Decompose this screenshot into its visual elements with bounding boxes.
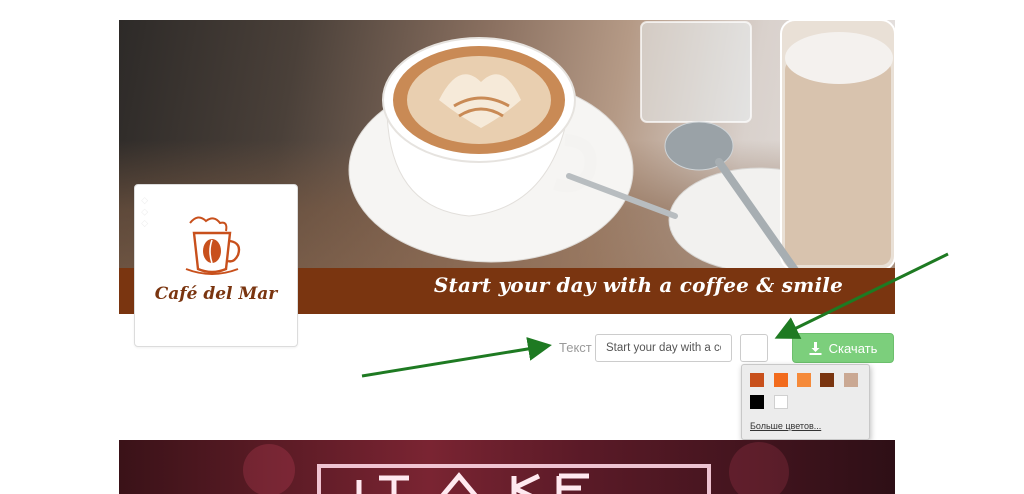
next-cover-preview[interactable] [119, 440, 895, 494]
color-swatch[interactable] [797, 373, 811, 387]
editor-stage: Start your day with a coffee & smile ◇ ◇… [0, 0, 1024, 494]
coffee-mug-logo-icon [185, 216, 241, 275]
color-swatch[interactable] [820, 373, 834, 387]
more-colors-link[interactable]: Больше цветов... [750, 421, 821, 431]
logo-brand-name: Café del Mar [154, 284, 278, 304]
text-field-label: Текст [559, 340, 592, 355]
color-swatch[interactable] [774, 395, 788, 409]
logo-card[interactable]: ◇ ◇ ◇ Café del Mar [134, 184, 298, 347]
logo-watermark: ◇ ◇ ◇ [139, 196, 149, 227]
slogan-text-input[interactable] [595, 334, 732, 362]
neon-sign-illustration [243, 442, 789, 494]
arrow-to-text-label [361, 337, 552, 378]
download-button[interactable]: Скачать [792, 333, 894, 363]
color-palette-popup: Больше цветов... [741, 364, 870, 440]
color-swatch[interactable] [774, 373, 788, 387]
download-icon [809, 341, 822, 355]
color-swatch[interactable] [750, 395, 764, 409]
download-button-label: Скачать [828, 340, 878, 356]
color-swatch[interactable] [750, 373, 764, 387]
cover-slogan: Start your day with a coffee & smile [433, 273, 843, 297]
text-color-picker-button[interactable] [740, 334, 768, 362]
color-swatch[interactable] [844, 373, 858, 387]
